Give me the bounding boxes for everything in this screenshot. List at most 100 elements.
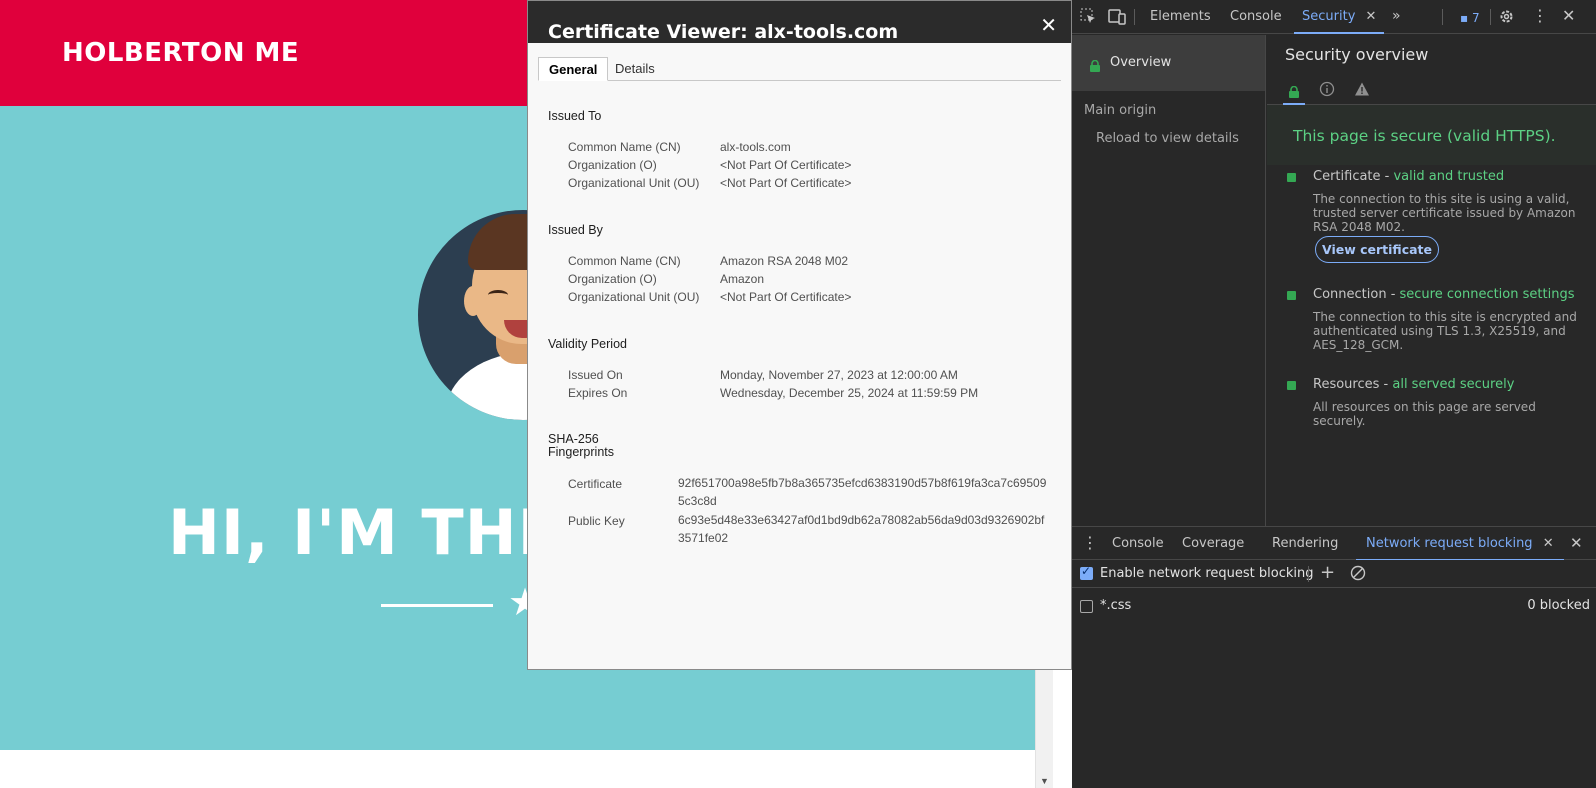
hero-title: HI, I'M THE [168,496,561,569]
certificate-status: Certificate - valid and trusted [1313,169,1504,184]
tab-security-label: Security [1302,9,1356,24]
view-certificate-button[interactable]: View certificate [1315,236,1439,263]
fingerprint-value: 92f651700a98e5fb7b8a365735efcd6383190d57… [678,476,1047,508]
close-tab-icon[interactable]: ✕ [1366,9,1377,24]
resources-description: All resources on this page are served se… [1313,400,1536,428]
site-brand[interactable]: HOLBERTON ME [62,38,299,68]
status-bullet-icon [1287,381,1296,390]
lock-icon[interactable] [1289,83,1299,102]
tab-elements[interactable]: Elements [1150,0,1211,34]
field-label: Organizational Unit (OU) [568,176,700,190]
drawer-tab-bar: ⋮ Console Coverage Rendering Network req… [1072,526,1596,561]
devtools-panel: Elements Console Security ✕ » ▪ 7 ⋮ ✕ Ov… [1072,0,1596,788]
issues-badge[interactable]: ▪ 7 [1460,11,1480,25]
warning-icon[interactable] [1354,81,1370,101]
hero-divider-line [381,604,493,607]
tab-details[interactable]: Details [605,57,665,81]
toolbar-separator [1442,9,1443,25]
close-icon[interactable]: ✕ [1040,16,1057,36]
device-toolbar-icon[interactable] [1108,8,1126,28]
field-value: Amazon [720,272,765,286]
secure-message: This page is secure (valid HTTPS). [1293,127,1556,145]
status-bullet-icon [1287,173,1296,182]
info-icon[interactable] [1319,81,1335,101]
toolbar-separator [1134,9,1135,25]
field-label: Certificate [568,477,623,491]
rule-pattern[interactable]: *.css [1100,598,1131,613]
close-tab-icon[interactable]: ✕ [1543,536,1554,551]
inspect-element-icon[interactable] [1080,8,1097,28]
issued-by-heading: Issued By [548,223,603,237]
fingerprints-heading-line2: Fingerprints [548,445,614,459]
field-label: Organization (O) [568,158,657,172]
drawer-tab-coverage[interactable]: Coverage [1182,527,1244,561]
enable-blocking-checkbox[interactable] [1080,564,1093,580]
field-value: <Not Part Of Certificate> [720,176,852,190]
drawer-tab-console[interactable]: Console [1112,527,1164,561]
security-state-icons [1267,75,1596,105]
field-value: Wednesday, December 25, 2024 at 11:59:59… [720,386,979,400]
drawer-tab-rendering[interactable]: Rendering [1272,527,1338,561]
validity-heading: Validity Period [548,337,627,351]
clear-patterns-icon[interactable] [1350,565,1366,584]
issues-count: 7 [1471,11,1480,25]
scroll-down-arrow-icon[interactable]: ▼ [1040,776,1049,786]
tab-console[interactable]: Console [1230,0,1282,34]
connection-status: Connection - secure connection settings [1313,287,1574,302]
cert-titlebar: Certificate Viewer: alx-tools.com ✕ [528,1,1071,43]
rule-blocked-count: 0 blocked [1527,598,1590,613]
more-options-icon[interactable]: ⋮ [1532,8,1548,24]
more-tabs-icon[interactable]: » [1392,9,1401,23]
cert-body: General Details Issued To Common Name (C… [528,43,1071,669]
page-title: Security overview [1285,45,1429,64]
enable-blocking-label: Enable network request blocking [1100,566,1314,581]
settings-gear-icon[interactable] [1498,8,1515,28]
connection-status-text[interactable]: secure connection settings [1400,287,1575,302]
connection-description: The connection to this site is encrypted… [1313,310,1577,352]
toolbar-separator [1490,9,1491,25]
toolbar-separator [1308,566,1309,582]
cert-title: Certificate Viewer: alx-tools.com [548,21,899,43]
certificate-description: The connection to this site is using a v… [1313,192,1576,234]
certificate-viewer-dialog: Certificate Viewer: alx-tools.com ✕ Gene… [527,0,1072,670]
connection-label: Connection - [1313,287,1400,302]
field-label: Expires On [568,386,628,400]
fingerprint-value: 6c93e5d48e33e63427af0d1bd9db62a78082ab56… [678,513,1045,545]
issues-icon: ▪ [1460,11,1469,25]
sidebar-item-overview[interactable]: Overview [1072,35,1265,91]
cert-tab-bar: General Details [538,57,1061,81]
field-label: Issued On [568,368,623,382]
security-sidebar: Overview Main origin Reload to view deta… [1072,35,1266,526]
drawer-tab-network-request-blocking[interactable]: Network request blocking ✕ [1356,527,1564,561]
field-value: alx-tools.com [720,140,791,154]
field-value: <Not Part Of Certificate> [720,158,852,172]
lock-icon [1090,57,1100,76]
sidebar-item-reload[interactable]: Reload to view details [1096,131,1239,146]
rule-checkbox[interactable] [1080,600,1093,613]
devtools-toolbar: Elements Console Security ✕ » ▪ 7 ⋮ ✕ [1072,0,1596,34]
fingerprints-heading: SHA-256 Fingerprints [548,433,614,459]
resources-label: Resources - [1313,377,1393,392]
close-devtools-icon[interactable]: ✕ [1562,8,1575,24]
nrb-toolbar: Enable network request blocking + [1072,560,1596,588]
network-request-blocking-panel: Enable network request blocking + *.css … [1072,560,1596,788]
field-value: Monday, November 27, 2023 at 12:00:00 AM [720,368,958,382]
sidebar-item-label: Overview [1110,55,1172,70]
field-label: Common Name (CN) [568,254,681,268]
tab-security[interactable]: Security ✕ [1294,0,1385,34]
sidebar-heading-main-origin: Main origin [1084,103,1157,118]
tab-general[interactable]: General [538,57,609,81]
certificate-label: Certificate - [1313,169,1394,184]
resources-status-text: all served securely [1392,377,1515,392]
field-label: Organizational Unit (OU) [568,290,700,304]
field-label: Public Key [568,514,625,528]
drawer-menu-icon[interactable]: ⋮ [1082,535,1098,551]
close-drawer-icon[interactable]: ✕ [1570,536,1583,551]
field-value: <Not Part Of Certificate> [720,290,852,304]
add-pattern-icon[interactable]: + [1320,564,1335,582]
drawer-tab-label: Network request blocking [1366,536,1533,551]
field-value: Amazon RSA 2048 M02 [720,254,849,268]
resources-status: Resources - all served securely [1313,377,1514,392]
avatar-eye-left [488,290,508,300]
field-label: Organization (O) [568,272,657,286]
